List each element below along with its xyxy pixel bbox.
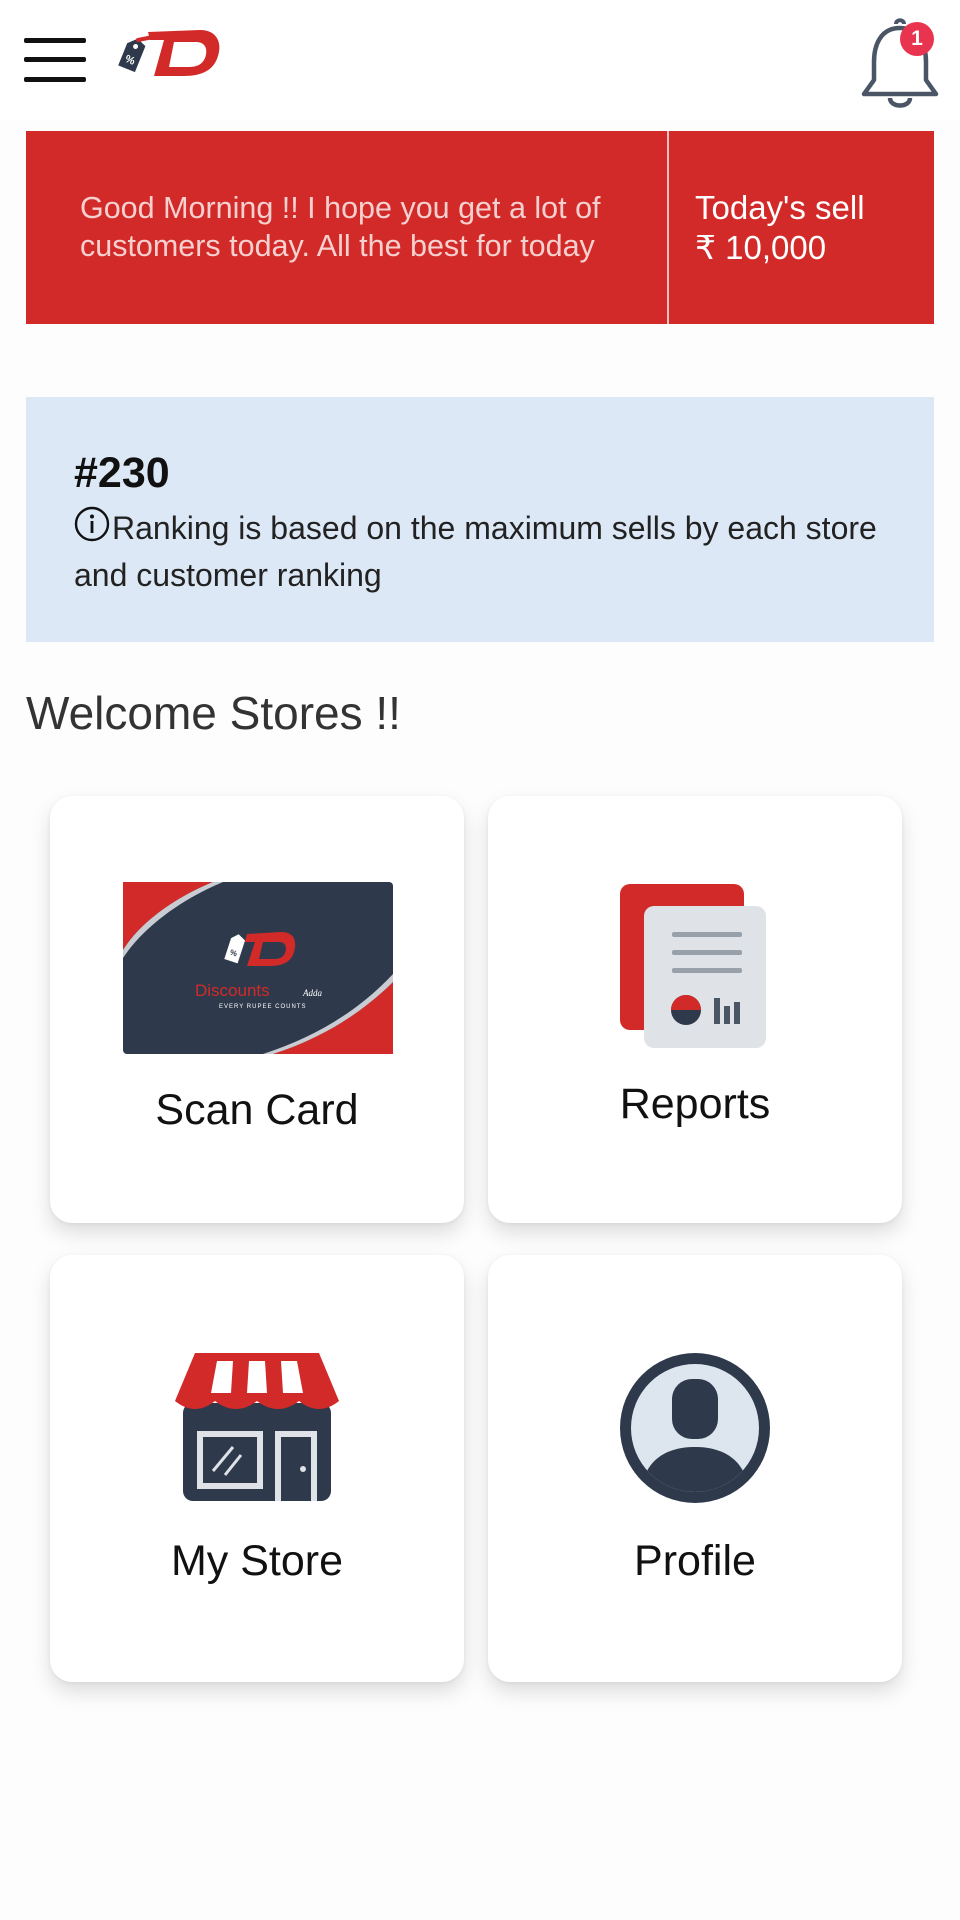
svg-text:Discounts: Discounts: [195, 981, 270, 1000]
ranking-card: #230 Ranking is based on the maximum sel…: [26, 397, 934, 642]
ranking-info-text: Ranking is based on the maximum sells by…: [74, 510, 877, 593]
reports-tile[interactable]: Reports: [488, 796, 902, 1223]
scan-card-tile[interactable]: % Discounts Adda EVERY RUPEE COUNTS Scan…: [50, 796, 464, 1223]
sales-banner: Good Morning !! I hope you get a lot of …: [26, 131, 934, 324]
svg-text:Adda: Adda: [302, 988, 322, 998]
svg-text:EVERY RUPEE COUNTS: EVERY RUPEE COUNTS: [219, 1004, 306, 1010]
discount-card-icon: % Discounts Adda EVERY RUPEE COUNTS: [123, 882, 393, 1054]
notification-badge[interactable]: 1: [900, 22, 934, 56]
greeting-text: Good Morning !! I hope you get a lot of …: [80, 191, 601, 263]
top-bar: % 1: [0, 0, 960, 120]
profile-tile[interactable]: Profile: [488, 1255, 902, 1682]
info-icon[interactable]: [74, 506, 110, 542]
report-document-icon: [620, 884, 766, 1048]
scan-card-label: Scan Card: [155, 1086, 359, 1134]
my-store-tile[interactable]: My Store: [50, 1255, 464, 1682]
todays-sell-label: Today's sell: [695, 189, 865, 226]
hamburger-menu-icon[interactable]: [24, 36, 86, 86]
todays-sell-value: ₹ 10,000: [695, 229, 827, 266]
brand-logo-icon[interactable]: %: [118, 20, 228, 86]
my-store-label: My Store: [170, 1537, 344, 1585]
user-avatar-icon: [620, 1353, 770, 1503]
reports-label: Reports: [619, 1080, 771, 1128]
storefront-icon: [175, 1353, 339, 1501]
banner-divider: [667, 131, 669, 324]
ranking-info: Ranking is based on the maximum sells by…: [74, 505, 894, 599]
profile-label: Profile: [634, 1537, 756, 1585]
rank-number: #230: [74, 449, 170, 497]
welcome-heading: Welcome Stores !!: [26, 687, 401, 739]
